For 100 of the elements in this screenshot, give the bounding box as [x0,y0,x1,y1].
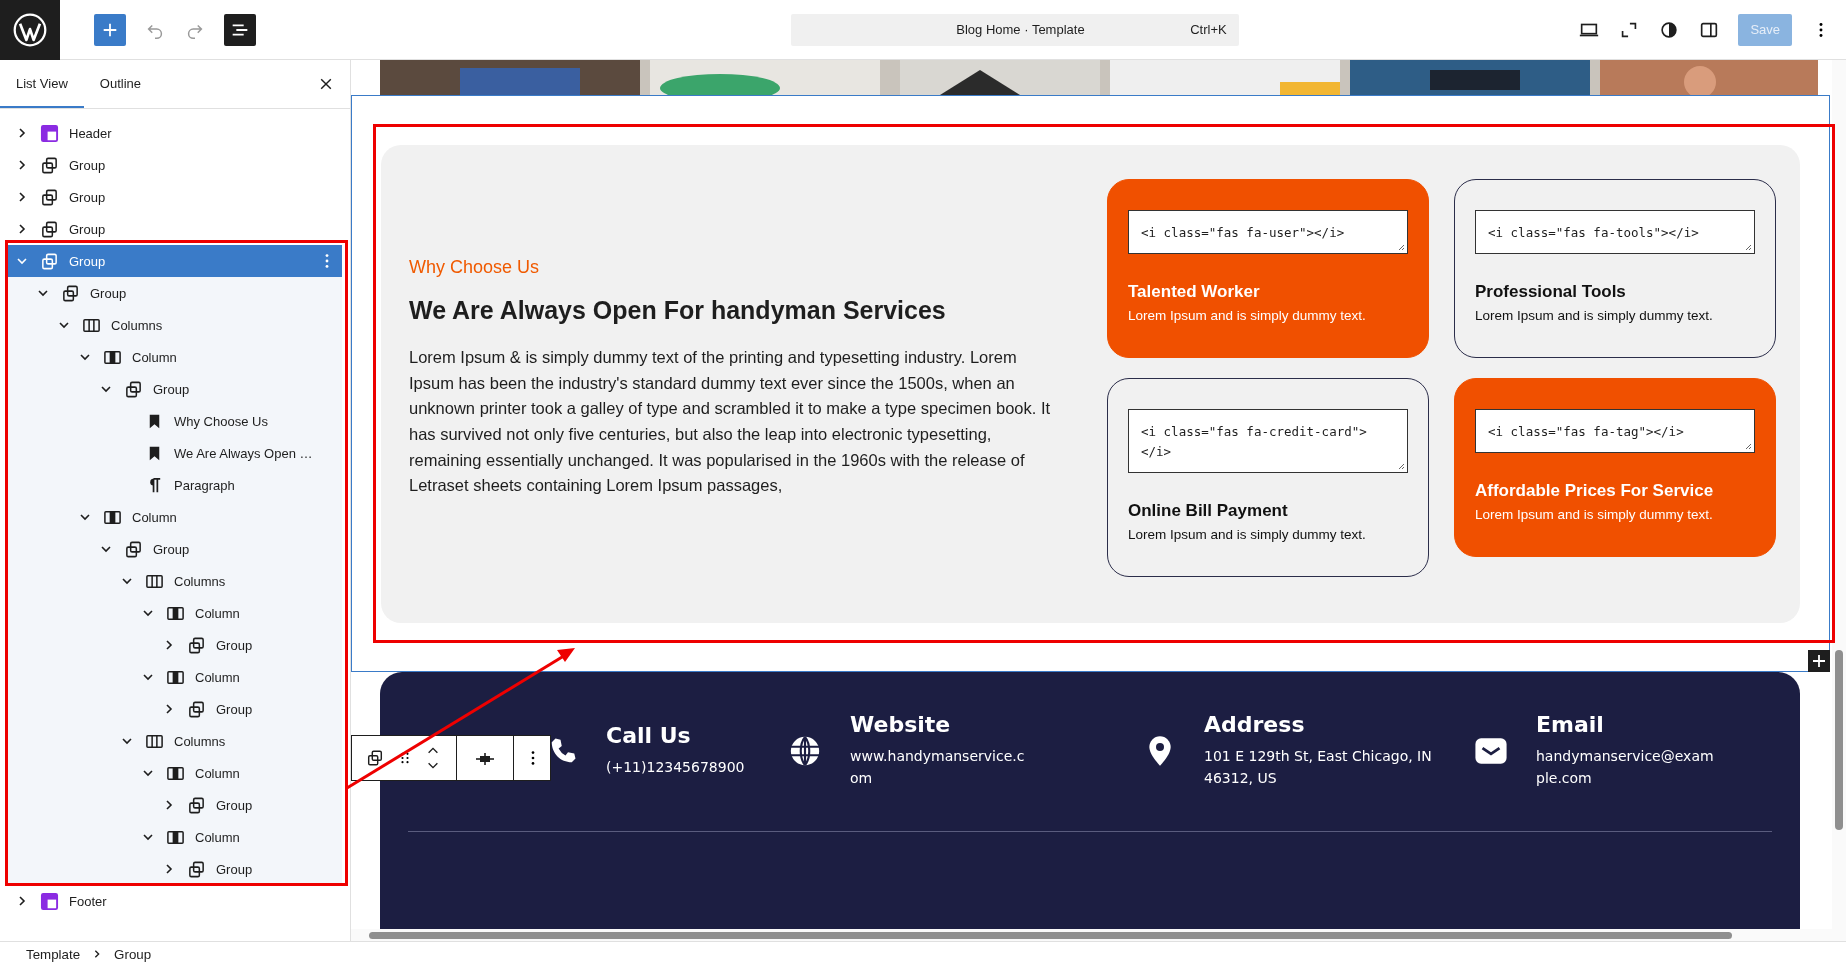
chevron-down-icon[interactable] [37,287,49,299]
tree-item[interactable]: Header [8,117,342,149]
code-field[interactable]: <i class="fas fa-tag"></i> [1475,409,1755,453]
tree-item[interactable]: Group [8,373,342,405]
chevron-down-icon[interactable] [79,351,91,363]
wordpress-logo-button[interactable] [0,0,60,60]
chevron-down-icon[interactable] [142,671,154,683]
chevron-down-icon[interactable] [79,511,91,523]
command-search-bar[interactable]: Blog Home · Template Ctrl+K [790,13,1239,46]
tree-item[interactable]: Column [8,341,342,373]
list-view-button[interactable] [224,13,256,46]
code-field[interactable]: <i class="fas fa-user"></i> [1128,210,1408,254]
chevron-right-icon[interactable] [16,127,28,139]
sidebar-tab[interactable]: Outline [83,60,157,108]
tree-item[interactable]: Column [8,661,342,693]
tree-item[interactable]: Columns [8,725,342,757]
tree-item[interactable]: Group [8,181,342,213]
chevron-right-icon[interactable] [163,799,175,811]
contact-title: Website [850,712,952,737]
chevron-right-icon[interactable] [16,895,28,907]
contact-value: handymanservice@exam ple.com [1536,747,1714,788]
tree-item[interactable]: Column [8,757,342,789]
contact-value: www.handymanservice.c om [850,747,1025,788]
code-field[interactable]: <i class="fas fa-tools"></i> [1475,210,1755,254]
tree-item[interactable]: Group [8,533,342,565]
group-icon [40,251,59,271]
card-title: Professional Tools [1475,282,1627,302]
contact-value: 101 E 129th St, East Chicago, IN 46312, US [1204,747,1432,788]
tree-item[interactable]: Group [8,693,342,725]
sidebar-tab[interactable]: List View [0,60,84,108]
resize-grip-icon[interactable] [1397,243,1405,251]
group-icon [187,859,206,879]
resize-grip-icon[interactable] [1744,442,1752,450]
tree-item[interactable]: Column [8,501,342,533]
contact-value: (+11)12345678900 [606,758,745,777]
globe-icon [788,733,822,768]
group-icon [187,795,206,815]
contact-title: Email [1536,712,1605,737]
move-up-down-icon[interactable] [426,745,440,771]
tree-item[interactable]: Columns [8,565,342,597]
card-text: Lorem Ipsum and is simply dummy text. [1128,308,1367,323]
card-title: Talented Worker [1128,282,1261,302]
tree-item[interactable]: Group [8,149,342,181]
tree-item[interactable]: Columns [8,309,342,341]
tree-item[interactable]: Group [8,853,342,885]
section-heading: We Are Always Open For handyman Services [409,296,947,326]
wordpress-logo [12,11,48,48]
chevron-down-icon[interactable] [142,831,154,843]
horizontal-scrollbar[interactable] [351,929,1832,941]
add-block-button[interactable] [1808,650,1830,672]
more-options-icon[interactable] [530,749,536,767]
card-text: Lorem Ipsum and is simply dummy text. [1475,507,1714,522]
group-icon [40,155,59,175]
chevron-down-icon[interactable] [100,543,112,555]
tree-item[interactable]: Group [8,789,342,821]
chevron-down-icon[interactable] [58,319,70,331]
chevron-right-icon[interactable] [163,703,175,715]
code-field[interactable]: <i class="fas fa-credit-card"> </i> [1128,409,1408,473]
card-title: Affordable Prices For Service [1475,481,1715,501]
chevron-down-icon[interactable] [121,735,133,747]
group-icon [124,379,143,399]
card-text: Lorem Ipsum and is simply dummy text. [1475,308,1714,323]
chevron-right-icon[interactable] [163,639,175,651]
chevron-down-icon[interactable] [100,383,112,395]
template-part-icon [40,891,59,911]
tree-item[interactable]: Why Choose Us [8,405,342,437]
tree-item[interactable]: Column [8,597,342,629]
group-icon [124,539,143,559]
tree-item[interactable]: Paragraph [8,469,342,501]
group-icon [187,699,206,719]
template-part-icon [40,123,59,143]
tree-item[interactable]: We Are Always Open … [8,437,342,469]
group-icon [61,283,80,303]
resize-grip-icon[interactable] [1744,243,1752,251]
contact-title: Call Us [606,723,692,748]
tree-item[interactable]: Column [8,821,342,853]
close-icon[interactable] [318,76,334,92]
section-eyebrow: Why Choose Us [409,257,541,279]
breadcrumb-link[interactable]: Group [114,946,152,962]
card-text: Lorem Ipsum and is simply dummy text. [1128,527,1367,542]
group-icon [40,219,59,239]
group-icon [187,635,206,655]
tree-item[interactable]: Group [8,213,342,245]
section-paragraph: Lorem Ipsum & is simply dummy text of the printing and typesetting industry. Lorem Ipsum has been the industry's standard dummy text ever since the 1500s, when an unknown printer took a galley of type and scrambled it to make a type specimen book. It has survived not only five centuries, but also the leap into electronic typesetting, remaining essentially unchanged. It was popularised in the 1960s with the release of Letraset sheets containing Lorem Ipsum passages, [409,347,1052,497]
breadcrumb-link[interactable]: Template [26,946,81,962]
chevron-right-icon[interactable] [163,863,175,875]
tree-item[interactable]: Footer [8,885,342,917]
chevron-right-icon[interactable] [16,191,28,203]
resize-grip-icon[interactable] [1397,462,1405,470]
chevron-right-icon[interactable] [16,223,28,235]
chevron-down-icon[interactable] [142,607,154,619]
tree-item[interactable]: Group [8,277,342,309]
chevron-right-icon[interactable] [16,159,28,171]
chevron-down-icon[interactable] [142,767,154,779]
tree-item[interactable]: Group [8,629,342,661]
group-icon[interactable] [366,749,384,767]
chevron-down-icon[interactable] [121,575,133,587]
contact-title: Address [1204,712,1306,737]
card-title: Online Bill Payment [1128,501,1289,521]
group-icon [40,187,59,207]
